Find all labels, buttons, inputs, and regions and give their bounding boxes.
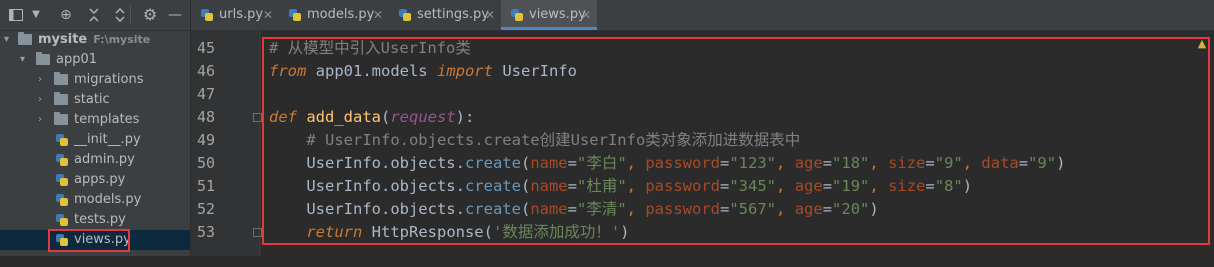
gear-icon[interactable]: ⚙ — [140, 0, 160, 30]
crosshair-icon[interactable]: ⊕ — [56, 0, 76, 30]
folder-icon — [54, 112, 68, 125]
folder-icon — [54, 72, 68, 85]
line-number: 48 — [196, 108, 215, 126]
collapsed-arrow-icon[interactable]: › — [38, 110, 48, 130]
tree-item-label: admin.py — [74, 152, 135, 167]
fold-end-icon[interactable] — [253, 228, 262, 237]
tree-item-tests-py[interactable]: tests.py — [0, 210, 190, 230]
tree-item-models-py[interactable]: models.py — [0, 190, 190, 210]
fold-toggle-icon[interactable] — [253, 113, 262, 122]
tree-item-label: app01 — [56, 52, 98, 67]
python-file-icon — [56, 154, 68, 166]
tree-item-app01[interactable]: ▾ app01 — [0, 50, 190, 70]
chevron-down-icon[interactable]: ▼ — [28, 0, 44, 30]
tree-item-init-py[interactable]: __init__.py — [0, 130, 190, 150]
folder-icon — [54, 92, 68, 105]
tree-item-label: models.py — [74, 192, 142, 207]
tree-item-apps-py[interactable]: apps.py — [0, 170, 190, 190]
expand-arrow-icon[interactable]: ▾ — [4, 30, 14, 50]
tree-item-label: apps.py — [74, 172, 126, 187]
close-icon[interactable]: ✕ — [581, 0, 591, 30]
tree-root-mysite[interactable]: ▾ mysite F:\mysite — [0, 30, 190, 50]
tab-models-py[interactable]: models.py ✕ — [279, 0, 389, 30]
expand-arrow-icon[interactable]: ▾ — [20, 50, 30, 70]
tab-views-py[interactable]: views.py ✕ — [501, 0, 597, 30]
python-file-icon — [289, 9, 301, 21]
python-file-icon — [56, 174, 68, 186]
tab-urls-py[interactable]: urls.py ✕ — [191, 0, 279, 30]
python-file-icon — [56, 194, 68, 206]
line-number: 47 — [196, 85, 215, 103]
warning-icon[interactable]: ▲ — [1196, 38, 1208, 50]
tab-label: views.py — [529, 7, 586, 22]
tab-label: models.py — [307, 7, 375, 22]
close-icon[interactable]: ✕ — [373, 0, 383, 30]
line-number: 49 — [196, 131, 215, 149]
tree-item-label: migrations — [74, 72, 144, 87]
close-icon[interactable]: ✕ — [263, 0, 273, 30]
project-toolbar: ▼ ⊕ ⚙ — — [0, 0, 190, 31]
python-file-icon — [56, 134, 68, 146]
minimize-icon[interactable]: — — [166, 0, 184, 30]
tab-settings-py[interactable]: settings.py ✕ — [389, 0, 501, 30]
python-file-icon — [56, 214, 68, 226]
folder-icon — [36, 52, 50, 65]
tree-item-label: static — [74, 92, 110, 107]
python-file-icon — [201, 9, 213, 21]
line-number: 51 — [196, 177, 215, 195]
python-file-icon — [399, 9, 411, 21]
tab-label: settings.py — [417, 7, 489, 22]
collapse-all-icon[interactable] — [84, 0, 104, 30]
collapsed-arrow-icon[interactable]: › — [38, 70, 48, 90]
tree-root-label: mysite F:\mysite — [38, 32, 151, 47]
line-number: 53 — [196, 223, 215, 241]
highlight-box-views — [48, 229, 130, 252]
tree-item-static[interactable]: › static — [0, 90, 190, 110]
line-number: 52 — [196, 200, 215, 218]
close-icon[interactable]: ✕ — [485, 0, 495, 30]
tree-item-label: templates — [74, 112, 140, 127]
folder-icon — [18, 32, 32, 45]
tab-label: urls.py — [219, 7, 264, 22]
line-number: 46 — [196, 62, 215, 80]
editor-tabs: urls.py ✕ models.py ✕ settings.py ✕ view… — [191, 0, 1214, 31]
collapsed-arrow-icon[interactable]: › — [38, 90, 48, 110]
line-number: 50 — [196, 154, 215, 172]
project-tool-window: ▼ ⊕ ⚙ — ▾ mysite F:\mysite ▾ app01 › migr… — [0, 0, 191, 256]
tree-item-migrations[interactable]: › migrations — [0, 70, 190, 90]
expand-all-icon[interactable] — [110, 0, 130, 30]
python-file-icon — [511, 9, 523, 21]
project-view-icon[interactable] — [6, 0, 26, 30]
tree-item-templates[interactable]: › templates — [0, 110, 190, 130]
tree-item-admin-py[interactable]: admin.py — [0, 150, 190, 170]
tree-item-label: __init__.py — [74, 132, 141, 147]
gutter-separator — [259, 31, 260, 256]
highlight-box-code — [262, 37, 1210, 245]
tree-item-label: tests.py — [74, 212, 126, 227]
toolbar-divider — [130, 6, 131, 24]
line-number: 45 — [196, 39, 215, 57]
root-path: F:\mysite — [93, 33, 151, 46]
